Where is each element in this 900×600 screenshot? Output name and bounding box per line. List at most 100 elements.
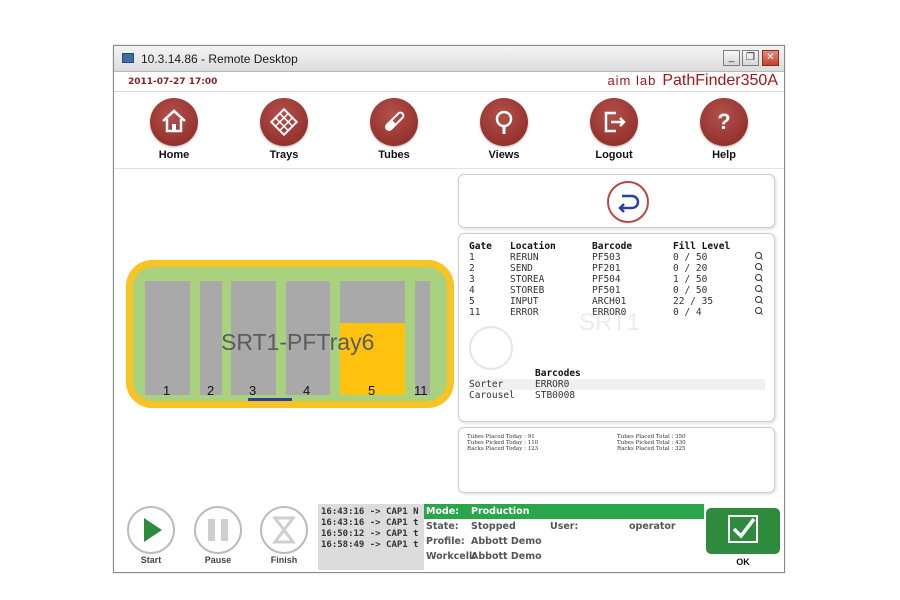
logout-icon — [590, 98, 638, 146]
col-fill: Fill Level — [673, 241, 731, 252]
window-title: 10.3.14.86 - Remote Desktop — [141, 52, 298, 66]
pause-button[interactable]: Pause — [193, 506, 243, 565]
nav-help[interactable]: ? Help — [689, 98, 759, 161]
tray-slot-1[interactable] — [145, 281, 190, 395]
barcode-row: Carousel STB0008 — [469, 390, 765, 401]
brand-product: PathFinder350A — [662, 72, 778, 89]
carousel-watermark-icon — [469, 326, 513, 370]
cell-fill: 22 / 35 — [673, 296, 714, 307]
log-line: 16:50:12 -> CAP1 t — [321, 529, 419, 539]
tray-slot-11[interactable] — [415, 281, 430, 395]
cell-gate: 11 — [469, 307, 481, 318]
date-time: 2011-07-27 17:00 — [128, 77, 218, 87]
stats-total: Tubes Placed Total : 350 Tubes Picked To… — [617, 434, 686, 452]
cell-fill: 0 / 50 — [673, 285, 708, 296]
restore-button[interactable]: ❐ — [742, 50, 759, 66]
cell-barcode: PF501 — [592, 285, 621, 296]
minimize-button[interactable]: _ — [723, 50, 740, 66]
finish-button[interactable]: Finish — [259, 506, 309, 565]
slot-label: 3 — [249, 383, 257, 398]
view-gate-3-icon[interactable] — [755, 274, 763, 283]
nav-label: Home — [158, 149, 190, 161]
barcode-label: Sorter — [469, 379, 504, 390]
slot-label: 5 — [368, 383, 376, 398]
rotate-carousel-button[interactable] — [607, 181, 649, 223]
remote-desktop-window: 10.3.14.86 - Remote Desktop _ ❐ ✕ 2011-0… — [113, 45, 785, 573]
ok-label: OK — [736, 557, 750, 567]
view-gate-11-icon[interactable] — [755, 307, 763, 316]
nav-trays[interactable]: Trays — [249, 98, 319, 161]
cell-gate: 5 — [469, 296, 475, 307]
nav-views[interactable]: Views — [469, 98, 539, 161]
carousel-panel — [458, 174, 775, 228]
nav-label: Help — [712, 149, 736, 161]
cell-gate: 3 — [469, 274, 475, 285]
brand-aim: aim lab — [607, 73, 657, 88]
user-value: operator — [629, 521, 676, 532]
pause-icon — [194, 506, 242, 554]
slot-label: 4 — [303, 383, 311, 398]
log-line: 16:43:16 -> CAP1 N — [321, 507, 419, 517]
cell-gate: 4 — [469, 285, 475, 296]
log-line: 16:58:49 -> CAP1 t — [321, 540, 419, 550]
nav-label: Views — [488, 149, 520, 161]
stats-today: Tubes Placed Today : 91 Tubes Picked Tod… — [467, 434, 538, 452]
barcode-label: Carousel — [469, 390, 515, 401]
hourglass-icon — [260, 506, 308, 554]
cell-fill: 1 / 50 — [673, 274, 708, 285]
control-label: Pause — [204, 555, 232, 565]
mode-label: Mode: — [426, 506, 460, 517]
view-gate-1-icon[interactable] — [755, 252, 763, 261]
nav-label: Logout — [595, 149, 633, 161]
state-row: State: Stopped User: operator — [424, 519, 704, 534]
barcode-value: ERROR0 — [535, 379, 570, 390]
statistics-panel: Tubes Placed Today : 91 Tubes Picked Tod… — [458, 427, 775, 493]
workcell-value: Abbott Demo — [471, 551, 542, 562]
cell-location: RERUN — [510, 252, 539, 263]
profile-row: Profile: Abbott Demo — [424, 534, 704, 549]
close-button[interactable]: ✕ — [762, 50, 779, 66]
barcodes-section: Barcodes Sorter ERROR0 Carousel STB0008 — [469, 368, 765, 401]
cell-gate: 1 — [469, 252, 475, 263]
mode-bar: Mode: Production — [424, 504, 704, 519]
stat-label: Racks Placed Today : — [467, 446, 526, 452]
rotate-icon — [618, 194, 640, 213]
view-gate-2-icon[interactable] — [755, 263, 763, 272]
cell-gate: 2 — [469, 263, 475, 274]
cell-fill: 0 / 4 — [673, 307, 702, 318]
nav-logout[interactable]: Logout — [579, 98, 649, 161]
profile-value: Abbott Demo — [471, 536, 542, 547]
remote-desktop-icon — [122, 53, 134, 63]
magnifier-icon — [480, 98, 528, 146]
view-gate-5-icon[interactable] — [755, 296, 763, 305]
nav-divider — [114, 168, 784, 169]
view-gate-4-icon[interactable] — [755, 285, 763, 294]
log-line: 16:43:16 -> CAP1 t — [321, 518, 419, 528]
title-bar: 10.3.14.86 - Remote Desktop _ ❐ ✕ — [114, 46, 784, 72]
control-label: Finish — [270, 555, 298, 565]
event-log[interactable]: 16:43:16 -> CAP1 N 16:43:16 -> CAP1 t 16… — [318, 504, 424, 570]
stat-row: Racks Placed Today : 123 — [467, 446, 538, 452]
start-button[interactable]: Start — [126, 506, 176, 565]
nav-home[interactable]: Home — [139, 98, 209, 161]
stat-label: Racks Placed Total : — [617, 446, 674, 452]
cell-location: STOREB — [510, 285, 545, 296]
col-location: Location — [510, 241, 556, 252]
nav-tubes[interactable]: Tubes — [359, 98, 429, 161]
header-divider — [114, 91, 784, 92]
tray-graphic[interactable]: SRT1-PFTray6 1 2 3 4 5 11 — [126, 260, 454, 408]
col-gate: Gate — [469, 241, 492, 252]
slot-label: 11 — [414, 383, 428, 398]
ok-button[interactable] — [706, 508, 780, 554]
status-panel: Mode: Production State: Stopped User: op… — [424, 504, 704, 570]
question-icon: ? — [700, 98, 748, 146]
profile-label: Profile: — [426, 536, 465, 547]
tray-slot-2[interactable] — [200, 281, 222, 395]
checkmark-icon — [728, 515, 758, 543]
cell-fill: 0 / 20 — [673, 263, 708, 274]
brand-logo: aim lab PathFinder350A — [607, 72, 778, 90]
cell-location: SEND — [510, 263, 533, 274]
tray-grid-icon — [260, 98, 308, 146]
barcodes-heading: Barcodes — [535, 368, 581, 379]
workcell-row: Workcell: Abbott Demo — [424, 549, 704, 564]
